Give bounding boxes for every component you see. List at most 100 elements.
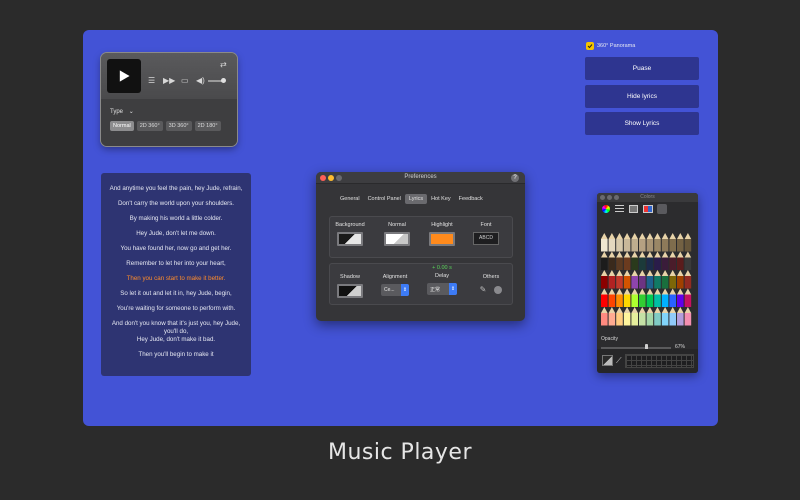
pencil-swatch[interactable] bbox=[623, 257, 631, 271]
tab-hot-key[interactable]: Hot Key bbox=[427, 194, 455, 204]
pencil-swatch[interactable] bbox=[654, 313, 661, 326]
pencil-swatch[interactable] bbox=[684, 276, 692, 289]
pencil-swatch[interactable] bbox=[631, 313, 638, 326]
type-2d360-button[interactable]: 2D 360° bbox=[136, 121, 163, 131]
pause-button[interactable]: Puase bbox=[585, 57, 699, 80]
pencil-swatch[interactable] bbox=[684, 294, 692, 308]
font-picker[interactable]: ABCD bbox=[473, 232, 499, 245]
eyedropper-icon[interactable]: ⟋ bbox=[616, 356, 622, 366]
pencil-swatch[interactable] bbox=[661, 239, 669, 252]
pencil-swatch[interactable] bbox=[608, 257, 616, 271]
pencil-swatch[interactable] bbox=[639, 239, 646, 252]
volume-knob[interactable] bbox=[221, 78, 226, 83]
highlight-color-well[interactable] bbox=[429, 232, 455, 246]
pencil-swatch[interactable] bbox=[623, 294, 631, 308]
pencil-swatch[interactable] bbox=[677, 239, 684, 252]
pencil-swatch[interactable] bbox=[639, 257, 646, 271]
color-wheel-icon[interactable] bbox=[602, 205, 610, 213]
current-color-well[interactable] bbox=[602, 355, 613, 366]
pencil-swatch[interactable] bbox=[608, 276, 616, 289]
pencil-swatch[interactable] bbox=[677, 313, 684, 326]
delay-select[interactable]: 正常 ⇕ bbox=[427, 283, 457, 295]
pencil-swatch[interactable] bbox=[616, 257, 623, 271]
pencil-swatch[interactable] bbox=[669, 257, 676, 271]
pencil-swatch[interactable] bbox=[646, 257, 654, 271]
pencil-swatch[interactable] bbox=[669, 239, 676, 252]
pencil-swatch[interactable] bbox=[654, 257, 661, 271]
crayon-picker[interactable] bbox=[600, 233, 695, 326]
pencil-swatch[interactable] bbox=[639, 294, 646, 308]
pencil-swatch[interactable] bbox=[684, 313, 692, 326]
type-2d180-button[interactable]: 2D 180° bbox=[194, 121, 221, 131]
sliders-icon[interactable] bbox=[615, 205, 624, 213]
pencil-swatch[interactable] bbox=[601, 313, 608, 326]
swap-icon[interactable]: ⇄ bbox=[220, 60, 227, 70]
palettes-icon[interactable] bbox=[629, 205, 638, 213]
pencil-swatch[interactable] bbox=[661, 294, 669, 308]
pencil-swatch[interactable] bbox=[623, 239, 631, 252]
pencil-swatch[interactable] bbox=[601, 257, 608, 271]
type-normal-button[interactable]: Normal bbox=[110, 121, 134, 131]
help-icon[interactable]: ? bbox=[511, 174, 519, 182]
swatch-grid[interactable] bbox=[625, 354, 694, 368]
pencil-swatch[interactable] bbox=[654, 239, 661, 252]
pencil-swatch[interactable] bbox=[646, 239, 654, 252]
tab-lyrics[interactable]: Lyrics bbox=[404, 194, 428, 204]
tab-feedback[interactable]: Feedback bbox=[455, 194, 487, 204]
play-button[interactable] bbox=[107, 59, 141, 93]
pencil-swatch[interactable] bbox=[646, 294, 654, 308]
pencil-swatch[interactable] bbox=[631, 239, 638, 252]
pencil-swatch[interactable] bbox=[646, 313, 654, 326]
pencil-swatch[interactable] bbox=[677, 276, 684, 289]
pencil-swatch[interactable] bbox=[631, 257, 638, 271]
tab-control-panel[interactable]: Control Panel bbox=[364, 194, 405, 204]
image-palettes-icon[interactable] bbox=[643, 205, 653, 213]
normal-color-well[interactable] bbox=[384, 232, 410, 246]
pencil-swatch[interactable] bbox=[616, 239, 623, 252]
pencil-swatch[interactable] bbox=[654, 276, 661, 289]
show-lyrics-button[interactable]: Show Lyrics bbox=[585, 112, 699, 135]
playlist-icon[interactable]: ☰ bbox=[148, 76, 155, 86]
pencil-swatch[interactable] bbox=[661, 313, 669, 326]
pencil-swatch[interactable] bbox=[669, 276, 676, 289]
hide-lyrics-button[interactable]: Hide lyrics bbox=[585, 85, 699, 108]
pencil-swatch[interactable] bbox=[601, 239, 608, 252]
pencil-swatch[interactable] bbox=[677, 257, 684, 271]
pencil-swatch[interactable] bbox=[616, 276, 623, 289]
pencil-swatch[interactable] bbox=[669, 313, 676, 326]
tab-general[interactable]: General bbox=[336, 194, 364, 204]
pencil-swatch[interactable] bbox=[623, 276, 631, 289]
pencil-swatch[interactable] bbox=[608, 239, 616, 252]
background-color-well[interactable] bbox=[337, 232, 363, 246]
pencil-swatch[interactable] bbox=[623, 313, 631, 326]
pencil-swatch[interactable] bbox=[677, 294, 684, 308]
next-icon[interactable]: ▶▶ bbox=[163, 76, 175, 86]
pencil-swatch[interactable] bbox=[608, 294, 616, 308]
pencil-swatch[interactable] bbox=[661, 276, 669, 289]
pencil-swatch[interactable] bbox=[601, 294, 608, 308]
pencil-swatch[interactable] bbox=[639, 313, 646, 326]
lock-icon[interactable] bbox=[494, 286, 503, 294]
chevron-down-icon[interactable]: ⌄ bbox=[129, 109, 134, 115]
alignment-select[interactable]: Ce... ⇕ bbox=[381, 284, 409, 296]
pencil-swatch[interactable] bbox=[639, 276, 646, 289]
pencil-swatch[interactable] bbox=[616, 294, 623, 308]
pencil-swatch[interactable] bbox=[669, 294, 676, 308]
type-3d360-button[interactable]: 3D 360° bbox=[165, 121, 192, 131]
pencil-swatch[interactable] bbox=[601, 276, 608, 289]
panorama-checkbox[interactable]: 360° Panorama bbox=[586, 42, 635, 50]
pencils-icon[interactable] bbox=[657, 204, 667, 214]
pencil-swatch[interactable] bbox=[654, 294, 661, 308]
pencil-swatch[interactable] bbox=[661, 257, 669, 271]
pencil-swatch[interactable] bbox=[608, 313, 616, 326]
volume-icon[interactable]: ◀) bbox=[196, 76, 205, 86]
shadow-color-well[interactable] bbox=[337, 284, 363, 298]
pencil-swatch[interactable] bbox=[684, 257, 692, 271]
pin-icon[interactable]: ✎ bbox=[480, 285, 487, 294]
pencil-swatch[interactable] bbox=[616, 313, 623, 326]
pencil-swatch[interactable] bbox=[684, 239, 692, 252]
pencil-swatch[interactable] bbox=[631, 294, 638, 308]
folder-icon[interactable]: ▭ bbox=[181, 76, 189, 86]
pencil-swatch[interactable] bbox=[646, 276, 654, 289]
pencil-swatch[interactable] bbox=[631, 276, 638, 289]
